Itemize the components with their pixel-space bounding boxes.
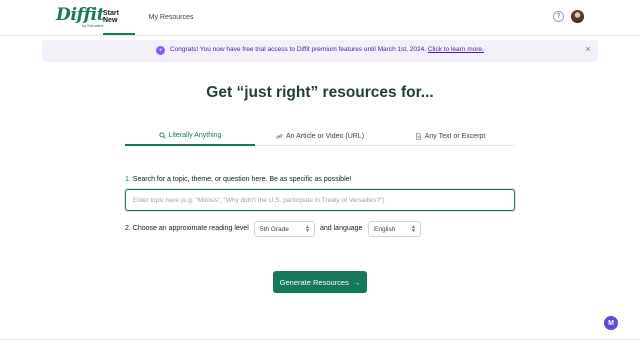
arrow-right-icon: → xyxy=(352,277,361,287)
nav-my-resources[interactable]: My Resources xyxy=(148,0,194,35)
chat-launcher-icon[interactable]: M xyxy=(604,316,618,330)
tab-article-video[interactable]: An Article or Video (URL) xyxy=(255,126,385,146)
chevron-updown-icon: ▲ ▼ xyxy=(305,224,310,234)
step1-label: 1. Search for a topic, theme, or questio… xyxy=(125,176,351,183)
link-icon xyxy=(276,133,283,139)
language-select[interactable]: English ▲ ▼ xyxy=(368,221,421,237)
topic-input[interactable] xyxy=(125,189,515,211)
reading-level-select[interactable]: 5th Grade ▲ ▼ xyxy=(254,221,315,237)
banner-text: Congrats! You now have free trial access… xyxy=(170,46,484,53)
step2-label: 2. Choose an approximate reading level xyxy=(125,225,249,232)
chevron-updown-icon: ▲ ▼ xyxy=(411,224,416,234)
language-value: English xyxy=(374,225,396,233)
help-icon[interactable]: ? xyxy=(553,11,564,22)
document-icon xyxy=(415,132,421,140)
divider xyxy=(0,339,640,340)
page-title: Get “just right” resources for... xyxy=(206,84,434,101)
generate-label: Generate Resources xyxy=(279,277,349,287)
avatar[interactable] xyxy=(571,10,584,23)
diffit-logo[interactable]: Diffit by Edmates xyxy=(56,5,105,29)
and-language-label: and language xyxy=(320,225,363,232)
step1-number: 1. xyxy=(125,176,131,183)
tab-label: Literally Anything xyxy=(168,131,222,139)
nav-start-new[interactable]: Start New xyxy=(103,0,135,35)
source-tabs: Literally Anything An Article or Video (… xyxy=(125,126,515,146)
tab-literally-anything[interactable]: Literally Anything xyxy=(125,126,255,146)
sparkle-icon: + xyxy=(156,46,165,55)
banner-learn-more-link[interactable]: Click to learn more. xyxy=(428,46,484,53)
tab-label: An Article or Video (URL) xyxy=(285,132,365,140)
reading-level-value: 5th Grade xyxy=(260,225,289,233)
logo-subtext: by Edmates xyxy=(82,23,104,28)
tab-label: Any Text or Excerpt xyxy=(424,132,486,140)
top-header: Diffit by Edmates Start New My Resources… xyxy=(0,0,640,36)
logo-text: Diffit xyxy=(56,5,105,25)
tab-any-text[interactable]: Any Text or Excerpt xyxy=(385,126,515,146)
search-icon xyxy=(158,131,166,139)
banner-message: Congrats! You now have free trial access… xyxy=(170,46,427,53)
generate-resources-button[interactable]: Generate Resources → xyxy=(273,271,367,293)
promo-banner: + Congrats! You now have free trial acce… xyxy=(42,40,598,62)
close-icon[interactable]: × xyxy=(584,45,592,54)
step1-text: Search for a topic, theme, or question h… xyxy=(132,176,352,183)
